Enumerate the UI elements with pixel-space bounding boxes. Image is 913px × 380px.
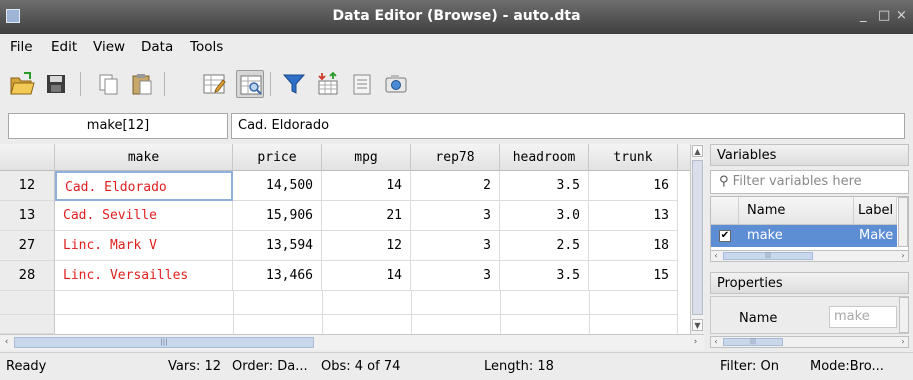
menu-edit[interactable]: Edit [51,39,77,55]
property-name-field[interactable]: make [829,306,897,328]
table-cell[interactable]: Linc. Versailles [55,261,233,291]
row-number[interactable]: 12 [0,171,55,201]
scroll-thumb[interactable] [692,160,703,315]
menu-data[interactable]: Data [141,39,173,55]
table-cell[interactable]: Cad. Seville [55,201,233,231]
status-length: Length: 18 [484,359,554,374]
table-cell[interactable]: 21 [322,201,411,231]
cell-name-field[interactable]: make[12] [8,113,228,139]
browse-mode-icon[interactable] [236,70,264,98]
variables-column-name[interactable]: Name [739,197,854,225]
scroll-thumb[interactable]: ||| [14,337,314,348]
table-cell[interactable]: Cad. Eldorado [55,171,233,201]
properties-horizontal-scrollbar[interactable]: ‹ ||| › [710,336,909,348]
table-cell[interactable]: 15 [589,261,678,291]
status-filter: Filter: On [720,359,779,374]
table-cell[interactable]: 14 [322,171,411,201]
open-icon[interactable] [8,70,36,98]
column-header-make[interactable]: make [55,144,233,171]
table-cell[interactable]: 15,906 [233,201,322,231]
menu-view[interactable]: View [93,39,125,55]
save-icon[interactable] [42,70,70,98]
row-number[interactable]: 13 [0,201,55,231]
column-header-mpg[interactable]: mpg [322,144,411,171]
side-panels: Variables ⚲ Filter variables here Name L… [706,144,913,350]
table-cell[interactable]: 13,466 [233,261,322,291]
properties-panel-title: Properties [710,272,909,294]
status-bar: Ready Vars: 12 Order: Da... Obs: 4 of 74… [0,352,913,380]
menu-file[interactable]: File [10,39,33,55]
properties-table: Name make [710,296,909,334]
row-number-empty [0,315,55,334]
table-cell[interactable]: 13 [589,201,678,231]
property-name-label: Name [739,311,778,326]
table-cell[interactable]: 14,500 [233,171,322,201]
row-number-empty [0,291,55,315]
scroll-up-icon[interactable]: ▲ [692,145,703,157]
status-ready: Ready [6,359,47,374]
variable-label: Make [859,228,894,243]
table-cell[interactable]: 3.0 [500,201,589,231]
snapshot-icon[interactable] [382,70,410,98]
menu-bar: File Edit View Data Tools [0,34,913,60]
menu-tools[interactable]: Tools [190,39,223,55]
table-cell[interactable]: 2 [411,171,500,201]
filter-icon[interactable] [280,70,308,98]
status-obs: Obs: 4 of 74 [321,359,401,374]
table-cell[interactable]: 16 [589,171,678,201]
row-number[interactable]: 27 [0,231,55,261]
copy-icon[interactable] [94,70,122,98]
search-icon: ⚲ [719,174,733,189]
table-cell[interactable]: 3.5 [500,171,589,201]
table-cell[interactable]: 3 [411,231,500,261]
paste-icon[interactable] [128,70,156,98]
variables-column-label[interactable]: Label [854,197,897,225]
properties-icon[interactable] [348,70,376,98]
table-cell[interactable]: 12 [322,231,411,261]
variables-panel-title: Variables [710,144,909,166]
close-button[interactable]: × [896,8,907,23]
table-cell[interactable]: Linc. Mark V [55,231,233,261]
variable-filter-input[interactable]: ⚲ Filter variables here [710,170,909,194]
scroll-down-icon[interactable]: ▼ [692,319,703,331]
cell-bar: make[12] Cad. Eldorado [0,110,913,142]
grid-vertical-scrollbar[interactable]: ▲ ▼ [690,144,704,334]
column-header-headroom[interactable]: headroom [500,144,589,171]
scroll-right-icon[interactable]: › [690,337,701,348]
table-cell[interactable]: 14 [322,261,411,291]
column-header-trunk[interactable]: trunk [589,144,678,171]
table-cell[interactable]: 3 [411,201,500,231]
title-bar: Data Editor (Browse) - auto.dta _ □ × [0,0,913,34]
table-cell[interactable]: 3.5 [500,261,589,291]
properties-vertical-scrollbar[interactable] [899,297,909,333]
maximize-button[interactable]: □ [878,8,890,23]
row-number[interactable]: 28 [0,261,55,291]
row-header-corner [0,144,55,171]
variable-row[interactable]: ✔ make Make [711,225,897,247]
status-mode: Mode:Bro... [810,359,884,374]
toolbar [0,60,913,108]
variables-icon[interactable] [314,70,342,98]
column-header-price[interactable]: price [233,144,322,171]
variables-horizontal-scrollbar[interactable]: ‹ ||| › [710,250,909,262]
minimize-button[interactable]: _ [860,8,867,23]
variables-vertical-scrollbar[interactable] [898,197,908,247]
grid-horizontal-scrollbar[interactable]: ‹ ||| › [0,334,704,350]
checkbox-checked-icon[interactable]: ✔ [719,230,731,242]
table-cell[interactable]: 3 [411,261,500,291]
status-order: Order: Da... [232,359,308,374]
window-title: Data Editor (Browse) - auto.dta [332,8,581,24]
scroll-left-icon[interactable]: ‹ [1,337,12,348]
table-cell[interactable]: 18 [589,231,678,261]
table-cell[interactable]: 2.5 [500,231,589,261]
edit-mode-icon[interactable] [200,70,228,98]
status-vars: Vars: 12 [168,359,222,374]
column-header-rep78[interactable]: rep78 [411,144,500,171]
variable-name: make [747,228,783,243]
empty-row [55,291,678,315]
data-grid: make price mpg rep78 headroom trunk 12 C… [0,144,690,334]
cell-value-field[interactable]: Cad. Eldorado [231,113,905,139]
table-cell[interactable]: 13,594 [233,231,322,261]
